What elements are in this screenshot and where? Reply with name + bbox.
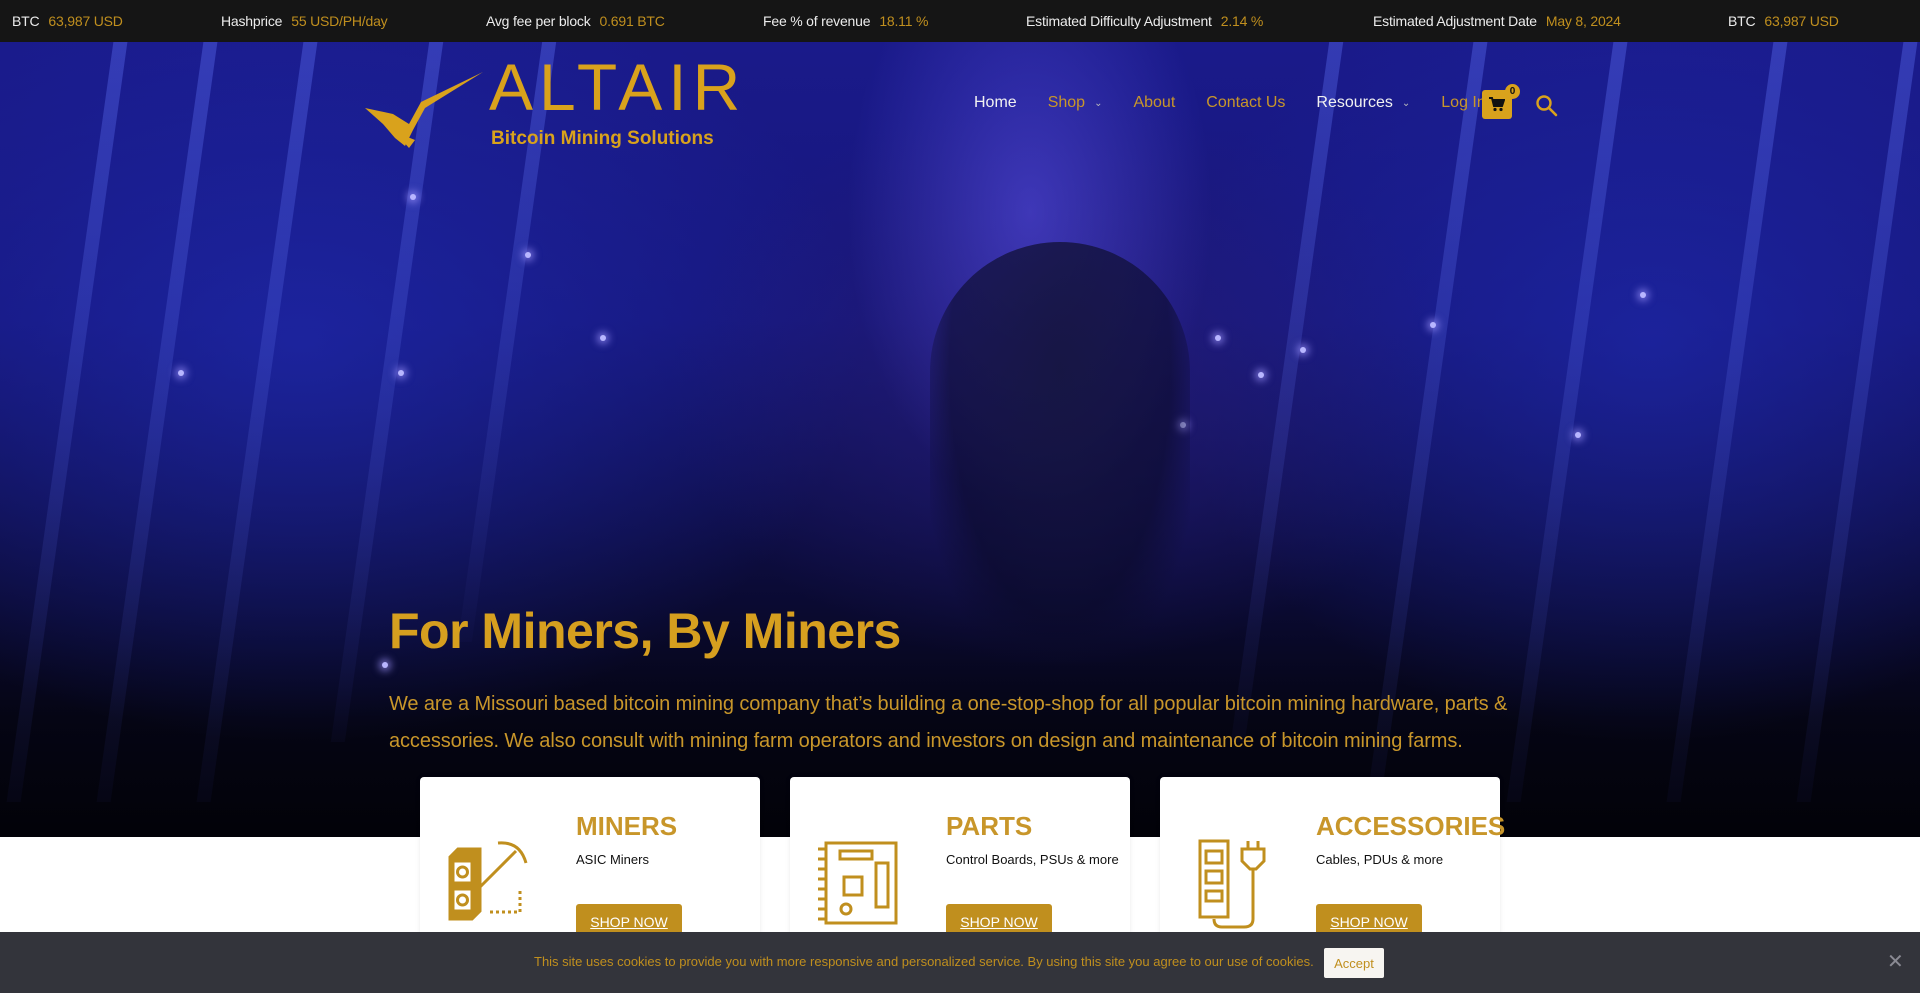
ticker-item-btc-repeat: BTC 63,987 USD: [1728, 13, 1839, 29]
circuit-board-icon: [818, 841, 898, 925]
ticker-value: 63,987 USD: [1764, 13, 1839, 29]
card-title: PARTS: [946, 811, 1033, 841]
nav-resources[interactable]: Resources ⌄: [1316, 94, 1410, 112]
ticker-label: Avg fee per block: [486, 13, 591, 29]
nav-log-in[interactable]: Log In: [1441, 94, 1485, 112]
led-light: [1258, 372, 1264, 378]
asic-miner-pickaxe-icon: [448, 841, 528, 921]
nav-shop[interactable]: Shop ⌄: [1048, 94, 1103, 112]
nav-label: About: [1133, 94, 1176, 111]
search-button[interactable]: [1535, 94, 1559, 118]
led-light: [600, 335, 606, 341]
ticker-item-avg-fee: Avg fee per block 0.691 BTC: [486, 13, 665, 29]
ticker-value: 0.691 BTC: [599, 13, 665, 29]
site-logo[interactable]: ALTAIR Bitcoin Mining Solutions: [365, 54, 740, 152]
card-description: Cables, PDUs & more: [1316, 852, 1444, 867]
cart-count-badge: 0: [1505, 84, 1520, 99]
led-light: [410, 194, 416, 200]
chevron-down-icon: ⌄: [1094, 97, 1103, 109]
ticker-label: Hashprice: [221, 13, 283, 29]
nav-label: Contact Us: [1206, 94, 1286, 111]
led-light: [398, 370, 404, 376]
rack-decoration: [6, 42, 128, 802]
nav-contact-us[interactable]: Contact Us: [1206, 94, 1285, 112]
hero-title: For Miners, By Miners: [389, 603, 901, 659]
ticker-label: BTC: [12, 13, 40, 29]
search-icon: [1536, 95, 1558, 117]
hero-description: We are a Missouri based bitcoin mining c…: [389, 693, 1508, 752]
shopping-cart-icon: [1489, 97, 1505, 112]
ticker-label: Estimated Difficulty Adjustment: [1026, 13, 1212, 29]
ticker-value: May 8, 2024: [1545, 13, 1621, 29]
ticker-item-btc: BTC 63,987 USD: [12, 13, 123, 29]
card-title: ACCESSORIES: [1316, 811, 1506, 841]
ticker-value: 18.11 %: [879, 13, 929, 29]
nav-home[interactable]: Home: [974, 94, 1017, 112]
rack-decoration: [96, 42, 218, 802]
led-light: [178, 370, 184, 376]
ticker-label: Estimated Adjustment Date: [1373, 13, 1537, 29]
price-ticker: BTC 63,987 USD Hashprice 55 USD/PH/day A…: [0, 0, 1920, 42]
card-description: ASIC Miners: [576, 852, 649, 867]
rack-decoration: [1796, 42, 1918, 802]
led-light: [1300, 347, 1306, 353]
nav-about[interactable]: About: [1133, 94, 1175, 112]
led-light: [525, 252, 531, 258]
technician-silhouette: [930, 242, 1190, 662]
rack-decoration: [196, 42, 318, 802]
rack-decoration: [1666, 42, 1788, 802]
power-strip-icon: [1198, 839, 1266, 929]
nav-label: Log In: [1441, 94, 1486, 111]
ticker-item-fee-revenue: Fee % of revenue 18.11 %: [763, 13, 928, 29]
ticker-item-difficulty: Estimated Difficulty Adjustment 2.14 %: [1026, 13, 1263, 29]
led-light: [382, 662, 388, 668]
ticker-value: 55 USD/PH/day: [291, 13, 388, 29]
eagle-wing-icon: [365, 72, 483, 148]
rack-decoration: [1230, 42, 1344, 742]
main-nav: Home Shop ⌄ About Contact Us Resources ⌄…: [974, 94, 1517, 112]
led-light: [1430, 322, 1436, 328]
ticker-value: 2.14 %: [1220, 13, 1264, 29]
cookie-banner: This site uses cookies to provide you wi…: [0, 932, 1920, 993]
ticker-label: BTC: [1728, 13, 1756, 29]
led-light: [1640, 292, 1646, 298]
logo-brand: ALTAIR: [489, 50, 747, 124]
led-light: [1215, 335, 1221, 341]
card-description: Control Boards, PSUs & more: [946, 852, 1119, 867]
card-title: MINERS: [576, 811, 678, 841]
nav-label: Shop: [1047, 94, 1086, 111]
close-icon[interactable]: ✕: [1887, 952, 1904, 972]
led-light: [1575, 432, 1581, 438]
chevron-down-icon: ⌄: [1401, 97, 1411, 109]
cart-button[interactable]: 0: [1482, 84, 1520, 119]
ticker-label: Fee % of revenue: [763, 13, 871, 29]
cookie-accept-button[interactable]: Accept: [1324, 948, 1384, 978]
cookie-message: This site uses cookies to provide you wi…: [534, 954, 1314, 969]
ticker-item-adjustment-date: Estimated Adjustment Date May 8, 2024: [1373, 13, 1621, 29]
nav-label: Resources: [1316, 94, 1393, 111]
ticker-value: 63,987 USD: [48, 13, 123, 29]
ticker-item-hashprice: Hashprice 55 USD/PH/day: [221, 13, 388, 29]
logo-tagline: Bitcoin Mining Solutions: [491, 128, 714, 149]
nav-label: Home: [974, 94, 1017, 111]
